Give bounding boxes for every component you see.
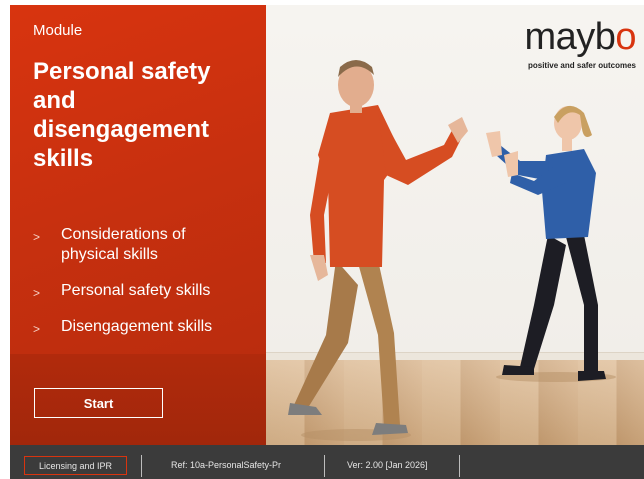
scene-illustration xyxy=(266,5,644,445)
licensing-button[interactable]: Licensing and IPR xyxy=(24,456,127,475)
module-label: Module xyxy=(33,22,83,39)
chevron-right-icon: > xyxy=(33,286,41,300)
maybo-logo: maybo positive and safer outcomes xyxy=(524,17,636,70)
reference-text: Ref: 10a-PersonalSafety-Pr xyxy=(171,460,282,470)
chevron-right-icon: > xyxy=(33,322,41,336)
topic-label: Disengagement skills xyxy=(61,318,213,335)
version-text: Ver: 2.00 [Jan 2026] xyxy=(347,460,428,470)
logo-main: mayb xyxy=(524,16,616,58)
footer-bar: Licensing and IPR Ref: 10a-PersonalSafet… xyxy=(10,445,644,479)
topic-list: > Considerations of physical skills > Pe… xyxy=(33,225,263,353)
module-title: Personal safety and disengagement skills xyxy=(33,58,211,172)
topic-item: > Disengagement skills xyxy=(33,317,263,337)
topic-label: Considerations of physical skills xyxy=(61,226,186,263)
topic-item: > Personal safety skills xyxy=(33,281,263,301)
module-intro-screen: Module Personal safety and disengagement… xyxy=(10,5,644,445)
two-people-figure xyxy=(288,60,616,441)
footer-divider xyxy=(324,455,325,477)
module-panel: Module Personal safety and disengagement… xyxy=(10,5,266,445)
topic-item: > Considerations of physical skills xyxy=(33,225,211,265)
logo-o: o xyxy=(615,16,636,58)
footer-divider xyxy=(459,455,460,477)
footer-divider xyxy=(141,455,142,477)
logo-tagline: positive and safer outcomes xyxy=(527,61,636,70)
logo-wordmark: maybo xyxy=(524,17,636,57)
chevron-right-icon: > xyxy=(33,230,41,244)
start-button[interactable]: Start xyxy=(34,388,163,418)
topic-label: Personal safety skills xyxy=(61,282,211,299)
